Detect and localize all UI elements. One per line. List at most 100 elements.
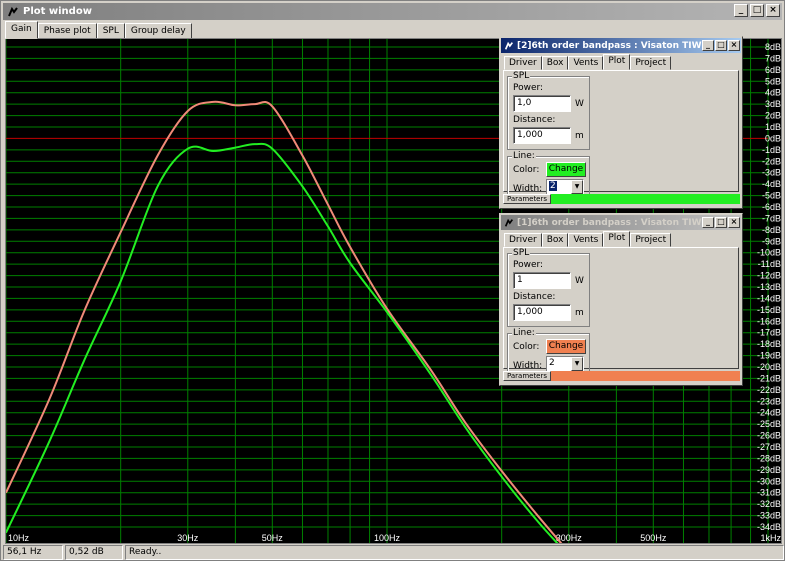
y-tick-label: -18dB — [757, 339, 781, 349]
tab-driver[interactable]: Driver — [504, 233, 542, 247]
spl-group-label: SPL — [512, 248, 531, 258]
tab-group-delay[interactable]: Group delay — [124, 23, 192, 39]
y-tick-label: -4dB — [762, 179, 781, 189]
tab-phase-plot[interactable]: Phase plot — [37, 23, 97, 39]
y-tick-label: 4dB — [765, 88, 781, 98]
width-select[interactable]: 2 ▼ — [546, 356, 584, 372]
subwindow-title-bar[interactable]: [1]6th order bandpass : Visaton TIW25...… — [501, 215, 741, 230]
close-button[interactable]: × — [766, 4, 780, 17]
title-bar[interactable]: Plot window _ □ × — [3, 3, 782, 20]
color-indicator — [551, 371, 740, 381]
status-gain: 0,52 dB — [65, 545, 123, 560]
spl-group-label: SPL — [512, 71, 531, 81]
status-frequency: 56,1 Hz — [3, 545, 63, 560]
status-message: Ready.. — [125, 545, 784, 560]
change-color-button[interactable]: Change — [546, 339, 586, 354]
tab-vents[interactable]: Vents — [568, 233, 604, 247]
y-tick-label: 5dB — [765, 76, 781, 86]
maximize-button[interactable]: □ — [715, 217, 727, 228]
width-value: 2 — [549, 181, 557, 191]
color-indicator — [551, 194, 740, 204]
plot-settings-panel: SPL Power: 1,0 W Distance: 1,000 m Line:… — [503, 70, 739, 196]
distance-input[interactable]: 1,000 — [513, 304, 571, 321]
y-tick-label: -14dB — [757, 293, 781, 303]
parameters-label[interactable]: Parameters — [503, 371, 551, 381]
maximize-button[interactable]: □ — [750, 4, 764, 17]
y-tick-label: -31dB — [757, 488, 781, 498]
x-tick-label: 1kHz — [760, 533, 781, 543]
y-tick-label: -1dB — [762, 145, 781, 155]
y-tick-label: -32dB — [757, 499, 781, 509]
distance-input[interactable]: 1,000 — [513, 127, 571, 144]
tab-box[interactable]: Box — [541, 233, 569, 247]
y-tick-label: -6dB — [762, 202, 781, 212]
chevron-down-icon[interactable]: ▼ — [571, 180, 583, 194]
y-tick-label: 3dB — [765, 99, 781, 109]
spl-group: SPL Power: 1 W Distance: 1,000 m — [507, 248, 590, 327]
tab-box[interactable]: Box — [541, 56, 569, 70]
width-select[interactable]: 2 ▼ — [546, 179, 584, 195]
minimize-button[interactable]: _ — [734, 4, 748, 17]
change-color-button[interactable]: Change — [546, 162, 586, 177]
tab-spl[interactable]: SPL — [96, 23, 125, 39]
distance-unit: m — [575, 308, 584, 318]
line-group: Line: Color: Change Width: 2 ▼ — [507, 328, 590, 373]
y-tick-label: -23dB — [757, 396, 781, 406]
power-input[interactable]: 1,0 — [513, 95, 571, 112]
distance-label: Distance: — [513, 292, 556, 302]
subwindow-title-bar[interactable]: [2]6th order bandpass : Visaton TIW25...… — [501, 38, 741, 53]
close-button[interactable]: × — [728, 217, 740, 228]
y-tick-label: -28dB — [757, 453, 781, 463]
y-tick-label: -9dB — [762, 236, 781, 246]
color-label: Color: — [513, 165, 540, 175]
close-button[interactable]: × — [728, 40, 740, 51]
plot-window: Plot window _ □ × Gain Phase plot SPL Gr… — [0, 0, 785, 561]
parameters-bar: Parameters — [503, 194, 740, 204]
y-tick-label: -20dB — [757, 362, 781, 372]
color-label: Color: — [513, 342, 540, 352]
y-tick-label: -12dB — [757, 271, 781, 281]
distance-unit: m — [575, 131, 584, 141]
parameters-bar: Parameters — [503, 371, 740, 381]
minimize-button[interactable]: _ — [702, 40, 714, 51]
y-tick-label: -29dB — [757, 465, 781, 475]
power-unit: W — [575, 276, 584, 286]
y-tick-label: -34dB — [757, 522, 781, 532]
power-unit: W — [575, 99, 584, 109]
y-tick-label: 7dB — [765, 53, 781, 63]
plot-tabs: Gain Phase plot SPL Group delay — [5, 21, 192, 39]
plot-settings-panel: SPL Power: 1 W Distance: 1,000 m Line: C… — [503, 247, 739, 373]
tab-vents[interactable]: Vents — [568, 56, 604, 70]
x-tick-label: 50Hz — [262, 533, 284, 543]
y-tick-label: -22dB — [757, 385, 781, 395]
minimize-button[interactable]: _ — [702, 217, 714, 228]
y-tick-label: -15dB — [757, 305, 781, 315]
y-tick-label: -25dB — [757, 419, 781, 429]
width-value: 2 — [549, 358, 555, 368]
tab-driver[interactable]: Driver — [504, 56, 542, 70]
app-icon — [8, 6, 18, 16]
parameters-label[interactable]: Parameters — [503, 194, 551, 204]
power-input[interactable]: 1 — [513, 272, 571, 289]
x-tick-label: 30Hz — [177, 533, 199, 543]
tab-project[interactable]: Project — [630, 56, 672, 70]
y-tick-label: -26dB — [757, 431, 781, 441]
y-tick-label: -13dB — [757, 282, 781, 292]
tab-project[interactable]: Project — [630, 233, 672, 247]
tab-plot[interactable]: Plot — [603, 231, 631, 247]
width-label: Width: — [513, 361, 543, 371]
width-label: Width: — [513, 184, 543, 194]
y-tick-label: -10dB — [757, 248, 781, 258]
x-tick-label: 500Hz — [640, 533, 667, 543]
tab-gain[interactable]: Gain — [5, 21, 38, 39]
power-label: Power: — [513, 83, 544, 93]
app-icon — [504, 41, 513, 50]
chevron-down-icon[interactable]: ▼ — [571, 357, 583, 371]
status-bar: 56,1 Hz 0,52 dB Ready.. — [3, 545, 784, 560]
y-tick-label: -5dB — [762, 191, 781, 201]
line-group: Line: Color: Change Width: 2 ▼ — [507, 151, 590, 196]
tab-plot[interactable]: Plot — [603, 54, 631, 70]
y-tick-label: -2dB — [762, 156, 781, 166]
y-tick-label: -16dB — [757, 316, 781, 326]
maximize-button[interactable]: □ — [715, 40, 727, 51]
